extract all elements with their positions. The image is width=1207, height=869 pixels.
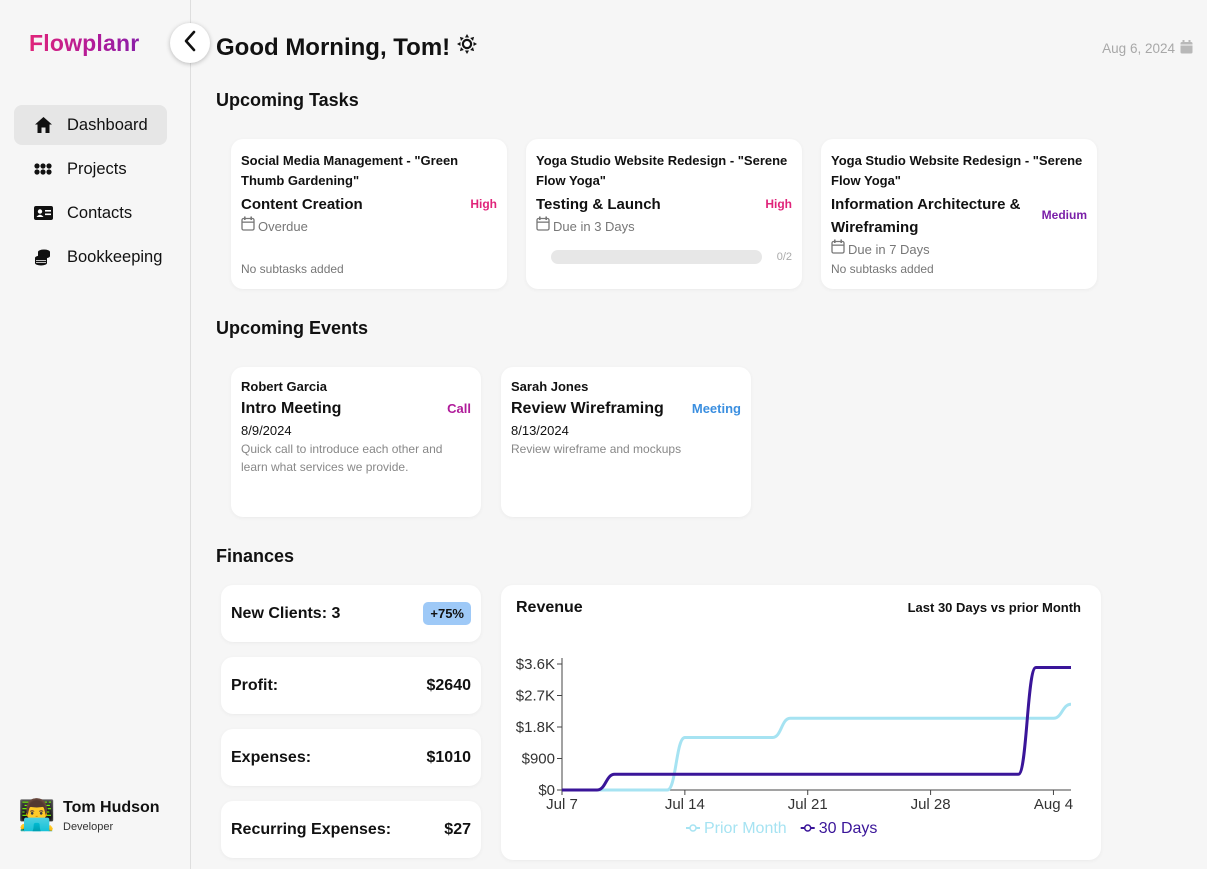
- sidebar-item-projects[interactable]: Projects: [14, 149, 174, 189]
- new-clients-label: New Clients: 3: [231, 604, 341, 622]
- page-title: Good Morning, Tom!: [216, 33, 478, 62]
- current-date: Aug 6, 2024: [1102, 40, 1193, 57]
- event-date: 8/13/2024: [511, 423, 569, 438]
- task-due-text: Due in 7 Days: [848, 241, 930, 257]
- event-card[interactable]: Sarah Jones Review Wireframing Meeting 8…: [501, 367, 751, 517]
- recurring-expenses-card: Recurring Expenses: $27: [221, 801, 481, 858]
- chevron-left-icon: [183, 30, 197, 57]
- x-tick-label: Jul 7: [546, 796, 578, 813]
- greeting-text: Good Morning, Tom!: [216, 33, 451, 61]
- priority-badge: High: [765, 197, 792, 211]
- event-type-badge: Call: [447, 401, 471, 416]
- event-title: Review Wireframing: [511, 400, 664, 417]
- series-line: [562, 702, 1072, 792]
- y-tick-label: $900: [522, 751, 555, 768]
- revenue-chart-card: Revenue Last 30 Days vs prior Month $0 $9…: [501, 585, 1101, 860]
- sidebar-item-label: Contacts: [67, 203, 133, 222]
- revenue-chart: $0$900$1.8K$2.7K$3.6KJul 7 Jul 14 Jul 21 Ju…: [516, 656, 1073, 837]
- task-project: Social Media Management - "Green Thumb G…: [241, 153, 459, 188]
- recurring-expenses-value: $27: [444, 820, 471, 838]
- task-project: Yoga Studio Website Redesign - "Serene F…: [831, 153, 1083, 188]
- event-title: Intro Meeting: [241, 400, 342, 417]
- home-icon: [33, 115, 53, 135]
- new-clients-card: New Clients: 3 +75%: [221, 585, 481, 642]
- id-card-icon: [33, 203, 53, 223]
- sidebar-item-label: Projects: [67, 159, 127, 178]
- profit-label: Profit:: [231, 676, 279, 694]
- date-text: Aug 6, 2024: [1102, 41, 1175, 56]
- priority-badge: High: [470, 197, 497, 211]
- event-description: Review wireframe and mockups: [511, 442, 682, 456]
- event-person: Sarah Jones: [511, 379, 589, 394]
- progress-text: 0/2: [776, 251, 792, 263]
- priority-badge: Medium: [1041, 208, 1087, 222]
- task-card[interactable]: Yoga Studio Website Redesign - "Serene F…: [526, 139, 802, 289]
- event-description: Quick call to introduce each other and l…: [241, 442, 443, 474]
- legend-marker: [803, 824, 812, 832]
- sidebar-nav: Dashboard Projects Contacts Bookkeeping: [14, 105, 174, 281]
- subtasks-status: No subtasks added: [241, 262, 344, 276]
- series-line: [562, 666, 1071, 792]
- app-logo[interactable]: Flowplanr: [29, 30, 139, 57]
- subtasks-status: No subtasks added: [831, 262, 934, 276]
- y-tick-label: $2.7K: [516, 688, 555, 705]
- calendar-icon: [831, 239, 848, 260]
- recurring-expenses-label: Recurring Expenses:: [231, 820, 392, 838]
- event-type-badge: Meeting: [691, 401, 741, 416]
- legend-label: 30 Days: [819, 820, 878, 837]
- user-role: Developer: [63, 821, 114, 833]
- events-section-title: Upcoming Events: [216, 318, 369, 338]
- tasks-section-title: Upcoming Tasks: [216, 90, 359, 110]
- y-tick-label: $1.8K: [516, 719, 555, 736]
- event-date: 8/9/2024: [241, 423, 292, 438]
- coins-icon: [33, 247, 53, 267]
- grid-dots-icon: [33, 159, 53, 179]
- collapse-sidebar-button[interactable]: [170, 23, 210, 63]
- profit-value: $2640: [426, 676, 472, 694]
- user-profile[interactable]: 👨‍💻 Tom Hudson Developer: [18, 798, 160, 834]
- task-card[interactable]: Yoga Studio Website Redesign - "Serene F…: [821, 139, 1097, 289]
- sidebar-item-contacts[interactable]: Contacts: [14, 193, 174, 233]
- sidebar: Flowplanr Dashboard Projects Contacts Bo…: [0, 0, 191, 869]
- task-title: Content Creation: [241, 196, 363, 213]
- task-title: Testing & Launch: [536, 196, 661, 213]
- event-card[interactable]: Robert Garcia Intro Meeting Call 8/9/202…: [231, 367, 481, 517]
- x-tick-label: Jul 21: [788, 796, 828, 813]
- task-title: Information Architecture & Wireframing: [831, 196, 1021, 236]
- task-due-text: Due in 3 Days: [553, 218, 635, 234]
- profit-card: Profit: $2640: [221, 657, 481, 714]
- calendar-icon: [1175, 40, 1193, 57]
- progress-bar: [551, 250, 762, 264]
- task-due: Due in 3 Days: [536, 216, 792, 237]
- user-name: Tom Hudson: [63, 799, 160, 816]
- y-tick-label: $3.6K: [516, 656, 555, 673]
- calendar-icon: [536, 216, 553, 237]
- task-project: Yoga Studio Website Redesign - "Serene F…: [536, 153, 788, 188]
- sidebar-item-label: Dashboard: [67, 115, 148, 134]
- subtask-progress: 0/2: [551, 250, 792, 264]
- expenses-value: $1010: [426, 748, 472, 766]
- expenses-label: Expenses:: [231, 748, 312, 766]
- sidebar-item-dashboard[interactable]: Dashboard: [14, 105, 167, 145]
- task-due: Due in 7 Days: [831, 239, 1087, 260]
- calendar-icon: [241, 216, 258, 237]
- task-due-text: Overdue: [258, 218, 308, 234]
- task-due: Overdue: [241, 216, 497, 237]
- event-person: Robert Garcia: [241, 379, 327, 394]
- expenses-card: Expenses: $1010: [221, 729, 481, 786]
- legend-marker: [689, 824, 697, 832]
- growth-badge: +75%: [423, 602, 471, 625]
- x-tick-label: Aug 4: [1034, 796, 1073, 813]
- x-tick-label: Jul 14: [665, 796, 705, 813]
- x-tick-label: Jul 28: [911, 796, 951, 813]
- avatar: 👨‍💻: [18, 799, 56, 832]
- task-card[interactable]: Social Media Management - "Green Thumb G…: [231, 139, 507, 289]
- finances-section-title: Finances: [216, 546, 295, 566]
- sidebar-item-label: Bookkeeping: [67, 247, 163, 266]
- legend-label: Prior Month: [704, 820, 787, 837]
- sun-icon: [450, 33, 478, 62]
- sidebar-item-bookkeeping[interactable]: Bookkeeping: [14, 237, 174, 277]
